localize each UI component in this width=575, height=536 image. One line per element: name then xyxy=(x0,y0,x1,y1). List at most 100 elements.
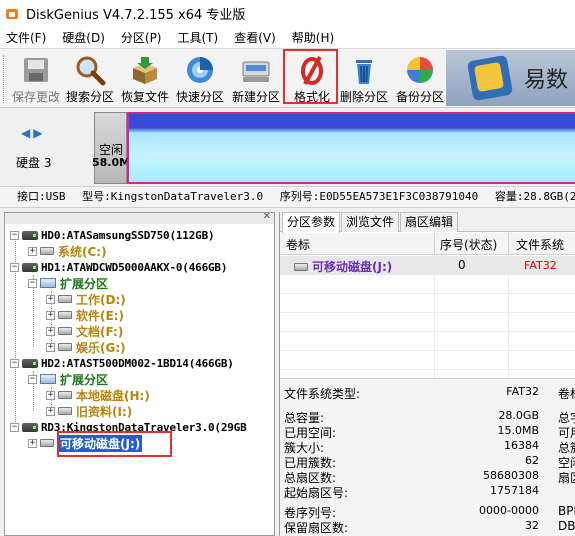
backup-partition-button[interactable]: 备份分区 xyxy=(392,51,448,105)
expand-icon[interactable]: + xyxy=(28,438,37,448)
prop-value: 1757184 xyxy=(490,484,539,497)
prop-total-sectors: 总扇区数: 58680308 扇区 xyxy=(284,469,575,485)
tree-partition-c[interactable]: + 系统(C:) xyxy=(28,243,107,259)
prop-value: 0000-0000 xyxy=(479,504,539,517)
search-partition-button[interactable]: 搜索分区 xyxy=(62,51,118,105)
expand-icon[interactable]: + xyxy=(46,326,55,336)
menu-bar: 文件(F) 硬盘(D) 分区(P) 工具(T) 查看(V) 帮助(H) xyxy=(0,27,575,48)
disk-interface: 接口:USB xyxy=(17,190,66,203)
selected-partition-highlight xyxy=(57,431,172,457)
prop-value: 16384 xyxy=(504,439,539,452)
quick-partition-button[interactable]: 快速分区 xyxy=(172,51,228,105)
promo-banner[interactable]: 易数 xyxy=(446,50,575,106)
tab-bar: 分区参数 浏览文件 扇区编辑 xyxy=(280,212,575,233)
close-icon[interactable]: ✕ xyxy=(263,213,271,222)
delete-partition-button[interactable]: 删除分区 xyxy=(336,51,392,105)
grid-line xyxy=(280,331,575,332)
prop-key2: BPB xyxy=(558,504,575,518)
recover-box-icon xyxy=(129,54,161,86)
partition-icon xyxy=(58,343,72,351)
banner-box-inner xyxy=(473,61,505,93)
disk-label: 硬盘 3 xyxy=(16,156,52,170)
prop-value: 58680308 xyxy=(483,469,539,482)
tree-extended-hd1[interactable]: − 扩展分区 xyxy=(28,275,108,291)
grid-line xyxy=(280,293,575,294)
tree-disk-hd0[interactable]: − HD0:ATASamsungSSD750(112GB) xyxy=(10,227,215,243)
prop-used-space: 已用空间: 15.0MB 可用 xyxy=(284,424,575,440)
tab-sector-edit[interactable]: 扇区编辑 xyxy=(400,212,459,232)
hard-disk-icon xyxy=(22,358,38,368)
tree-disk-hd2[interactable]: − HD2:ATAST500DM002-1BD14(466GB) xyxy=(10,355,234,371)
prop-value: 15.0MB xyxy=(497,424,539,437)
extended-partition-icon xyxy=(40,374,56,384)
tree-disk-hd1[interactable]: − HD1:ATAWDCWD5000AAKX-0(466GB) xyxy=(10,259,227,275)
tree-partition-f[interactable]: + 文档(F:) xyxy=(46,323,123,339)
prop-value: 32 xyxy=(525,519,539,532)
disk-capacity: 容量:28.8GB(29510MB) xyxy=(494,190,575,203)
usb-disk-icon xyxy=(22,422,38,432)
prop-key: 保留扇区数: xyxy=(284,521,349,535)
expand-icon[interactable]: + xyxy=(46,390,55,400)
tree-partition-h[interactable]: + 本地磁盘(H:) xyxy=(46,387,150,403)
tab-browse-files[interactable]: 浏览文件 xyxy=(341,212,400,232)
tree-partition-e[interactable]: + 软件(E:) xyxy=(46,307,124,323)
partition-icon xyxy=(40,439,54,447)
magnifier-icon xyxy=(74,54,106,86)
col-index-status[interactable]: 序号(状态) xyxy=(440,236,497,253)
collapse-icon[interactable]: − xyxy=(28,278,37,288)
tree-partition-d[interactable]: + 工作(D:) xyxy=(46,291,126,307)
col-volume-label[interactable]: 卷标 xyxy=(286,236,310,253)
col-separator xyxy=(508,233,509,255)
collapse-icon[interactable]: − xyxy=(10,230,19,240)
prop-key2: 卷标 xyxy=(558,387,575,401)
expand-icon[interactable]: + xyxy=(46,294,55,304)
prop-value: FAT32 xyxy=(506,385,539,398)
menu-help[interactable]: 帮助(H) xyxy=(286,29,340,46)
row-volume-label: 可移动磁盘(J:) xyxy=(312,260,393,274)
col-filesystem[interactable]: 文件系统 xyxy=(516,236,564,253)
partition-icon xyxy=(58,327,72,335)
collapse-icon[interactable]: − xyxy=(10,422,19,432)
disk-model: 型号:KingstonDataTraveler3.0 xyxy=(82,190,264,203)
expand-icon[interactable]: + xyxy=(46,406,55,416)
partition-icon xyxy=(58,407,72,415)
disk-nav-arrows[interactable]: ◀ ▶ xyxy=(21,126,42,140)
free-space-block[interactable]: 空闲 58.0M xyxy=(92,112,130,184)
removable-partition-block[interactable] xyxy=(127,112,575,184)
expand-icon[interactable]: + xyxy=(28,246,37,256)
grid-line xyxy=(280,350,575,351)
row-filesystem: FAT32 xyxy=(524,259,557,272)
diskgenius-logo-icon xyxy=(6,7,20,21)
next-disk-icon[interactable]: ▶ xyxy=(33,126,42,140)
recover-files-button[interactable]: 恢复文件 xyxy=(117,51,173,105)
partition-row[interactable]: 可移动磁盘(J:) 0 FAT32 xyxy=(280,256,575,275)
tab-partition-params[interactable]: 分区参数 xyxy=(282,212,341,233)
prop-value: 28.0GB xyxy=(498,409,539,422)
prop-fs-type: 文件系统类型: FAT32 卷标 xyxy=(284,385,575,401)
title-bar: DiskGenius V4.7.2.155 x64 专业版 xyxy=(0,0,575,27)
details-panel: 分区参数 浏览文件 扇区编辑 卷标 序号(状态) 文件系统 可移动磁盘(J:) … xyxy=(279,212,575,536)
partition-icon xyxy=(294,262,308,271)
menu-view[interactable]: 查看(V) xyxy=(228,29,282,46)
collapse-icon[interactable]: − xyxy=(10,262,19,272)
grid-empty-area xyxy=(280,275,575,387)
partition-icon xyxy=(40,247,54,255)
trash-icon xyxy=(348,54,380,86)
menu-partition[interactable]: 分区(P) xyxy=(115,29,168,46)
tree-extended-hd2[interactable]: − 扩展分区 xyxy=(28,371,108,387)
expand-icon[interactable]: + xyxy=(46,310,55,320)
collapse-icon[interactable]: − xyxy=(10,358,19,368)
banner-text: 易数 xyxy=(524,68,569,93)
expand-icon[interactable]: + xyxy=(46,342,55,352)
tree-partition-g[interactable]: + 娱乐(G:) xyxy=(46,339,126,355)
grid-line xyxy=(280,369,575,370)
prev-disk-icon[interactable]: ◀ xyxy=(21,126,30,140)
collapse-icon[interactable]: − xyxy=(28,374,37,384)
tree-partition-i[interactable]: + 旧资料(I:) xyxy=(46,403,132,419)
menu-disk[interactable]: 硬盘(D) xyxy=(56,29,111,46)
new-partition-button[interactable]: 新建分区 xyxy=(228,51,284,105)
menu-file[interactable]: 文件(F) xyxy=(0,29,52,46)
disk-serial: 序列号:E0D55EA573E1F3C038791040 xyxy=(279,190,479,203)
backup-icon xyxy=(404,54,436,86)
menu-tools[interactable]: 工具(T) xyxy=(172,29,225,46)
